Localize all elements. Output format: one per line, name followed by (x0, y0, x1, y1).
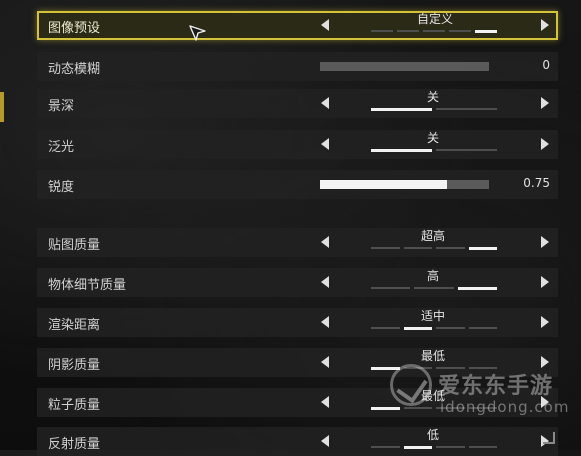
option-tick (436, 247, 465, 249)
arrow-right-icon[interactable] (541, 138, 549, 150)
option-tick (371, 30, 393, 32)
option-tick (371, 367, 400, 370)
setting-label: 锐度 (48, 180, 75, 195)
option-ticks (371, 367, 497, 370)
setting-label: 渲染距离 (48, 318, 101, 333)
setting-label: 图像预设 (48, 21, 101, 36)
resize-corner-icon (543, 432, 555, 444)
arrow-right-icon[interactable] (541, 356, 549, 368)
setting-value: 关 (426, 131, 439, 145)
setting-label: 景深 (48, 99, 75, 114)
option-tick (436, 446, 465, 448)
option-tick (403, 327, 432, 330)
option-tick (371, 327, 400, 329)
arrow-right-icon[interactable] (541, 236, 549, 248)
setting-row-particle-quality[interactable]: 粒子质量 最低 (37, 388, 558, 417)
arrow-right-icon[interactable] (541, 396, 549, 408)
option-tick (371, 446, 400, 448)
setting-value: 适中 (420, 309, 445, 323)
option-ticks (371, 30, 497, 33)
option-tick (403, 407, 432, 409)
option-tick (468, 327, 497, 329)
option-tick (371, 287, 411, 289)
option-tick (371, 407, 400, 410)
slider-value: 0 (542, 58, 550, 72)
setting-row-object-detail-quality[interactable]: 物体细节质量 高 (37, 268, 558, 297)
setting-label: 阴影质量 (48, 358, 101, 373)
arrow-left-icon[interactable] (321, 316, 329, 328)
arrow-right-icon[interactable] (541, 19, 549, 31)
mouse-cursor-icon (189, 25, 206, 41)
option-tick (414, 287, 454, 289)
option-ticks (371, 446, 497, 449)
arrow-left-icon[interactable] (321, 276, 329, 288)
arrow-left-icon[interactable] (321, 356, 329, 368)
option-tick (371, 149, 432, 152)
arrow-left-icon[interactable] (321, 236, 329, 248)
setting-label: 反射质量 (48, 437, 101, 452)
option-ticks (371, 108, 497, 111)
option-tick (436, 407, 465, 409)
setting-row-sharpness[interactable]: 锐度 0.75 (37, 170, 558, 199)
setting-value: 自定义 (416, 12, 453, 26)
setting-value: 关 (426, 90, 439, 104)
slider-track[interactable] (320, 180, 489, 189)
setting-value: 最低 (420, 349, 445, 363)
arrow-left-icon[interactable] (321, 19, 329, 31)
setting-row-shadow-quality[interactable]: 阴影质量 最低 (37, 348, 558, 377)
option-tick (436, 149, 497, 151)
setting-row-texture-quality[interactable]: 贴图质量 超高 (37, 228, 558, 257)
arrow-left-icon[interactable] (321, 138, 329, 150)
setting-row-render-distance[interactable]: 渲染距离 适中 (37, 308, 558, 337)
setting-value: 最低 (420, 389, 445, 403)
arrow-left-icon[interactable] (321, 396, 329, 408)
slider-track[interactable] (320, 62, 489, 71)
setting-row-reflection-quality[interactable]: 反射质量 低 (37, 427, 558, 456)
slider-value: 0.75 (523, 176, 550, 190)
option-tick (371, 108, 432, 111)
setting-label: 粒子质量 (48, 398, 101, 413)
option-tick (449, 30, 471, 32)
setting-row-depth-of-field[interactable]: 景深 关 (37, 89, 558, 118)
setting-value: 低 (426, 428, 439, 442)
option-ticks (371, 247, 497, 250)
setting-row-image-preset[interactable]: 图像预设 自定义 (37, 11, 558, 40)
arrow-right-icon[interactable] (541, 276, 549, 288)
setting-value: 超高 (420, 229, 445, 243)
option-tick (397, 30, 419, 32)
option-tick (457, 287, 497, 290)
option-ticks (371, 149, 497, 152)
setting-label: 泛光 (48, 140, 75, 155)
option-ticks (371, 287, 497, 290)
option-tick (436, 327, 465, 329)
option-ticks (371, 407, 497, 410)
option-tick (436, 367, 465, 369)
option-tick (468, 407, 497, 409)
option-tick (475, 30, 497, 33)
left-edge-marker (0, 92, 4, 122)
setting-row-bloom[interactable]: 泛光 关 (37, 130, 558, 159)
option-tick (436, 108, 497, 110)
option-tick (403, 446, 432, 449)
setting-label: 物体细节质量 (48, 278, 127, 293)
slider-fill (320, 180, 447, 189)
arrow-left-icon[interactable] (321, 435, 329, 447)
option-tick (468, 247, 497, 250)
setting-label: 动态模糊 (48, 62, 101, 77)
setting-value: 高 (426, 269, 439, 283)
option-tick (423, 30, 445, 32)
setting-label: 贴图质量 (48, 238, 101, 253)
arrow-left-icon[interactable] (321, 97, 329, 109)
option-tick (403, 367, 432, 369)
arrow-right-icon[interactable] (541, 97, 549, 109)
option-ticks (371, 327, 497, 330)
setting-row-motion-blur[interactable]: 动态模糊 0 (37, 52, 558, 81)
option-tick (403, 247, 432, 249)
option-tick (468, 367, 497, 369)
option-tick (371, 247, 400, 249)
option-tick (468, 446, 497, 448)
arrow-right-icon[interactable] (541, 316, 549, 328)
